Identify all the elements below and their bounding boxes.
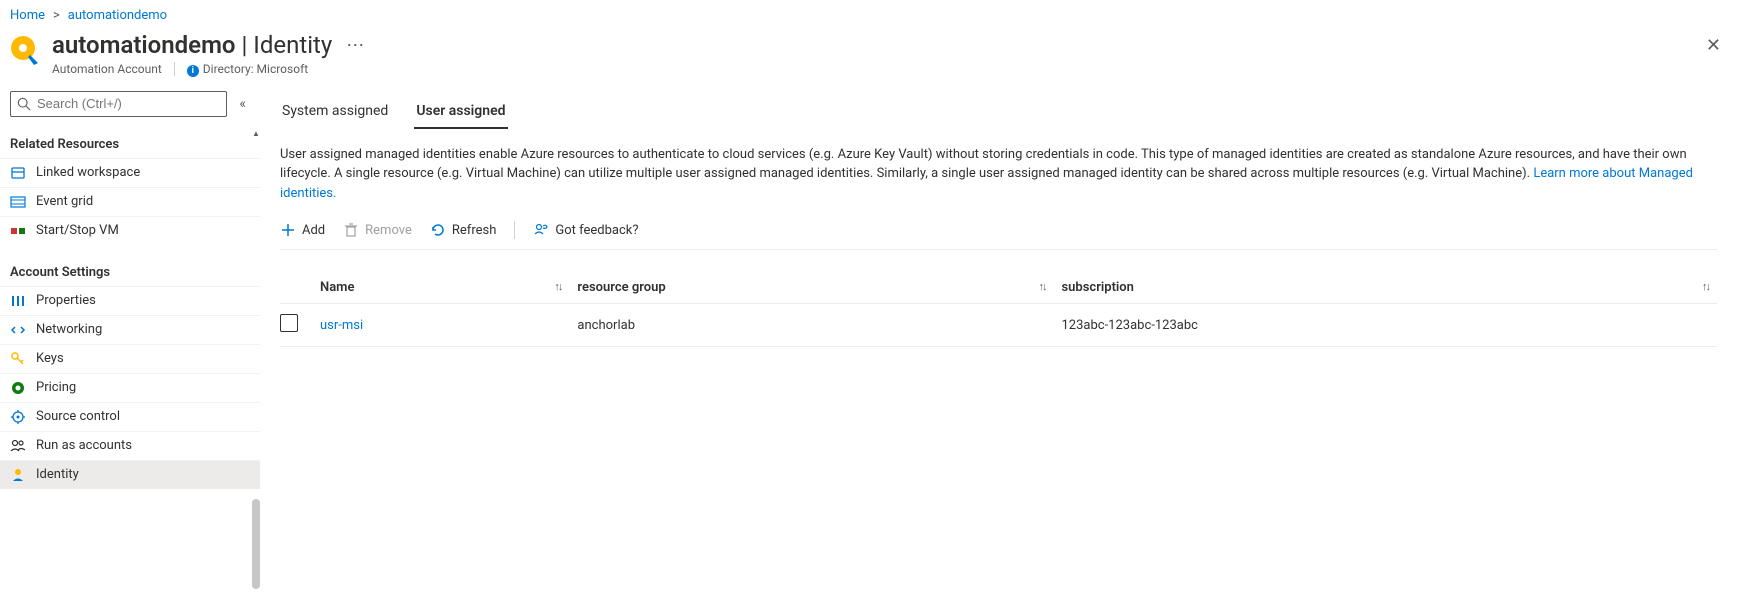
refresh-icon [430,222,446,238]
sidebar-item-event-grid[interactable]: Event grid [0,187,260,216]
main-content: System assigned User assigned User assig… [260,87,1737,604]
sidebar-item-run-as-accounts[interactable]: Run as accounts [0,431,260,460]
tab-user-assigned[interactable]: User assigned [414,95,507,129]
section-related-resources: Related Resources [0,129,260,158]
sidebar-item-source-control[interactable]: Source control [0,402,260,431]
more-actions-button[interactable]: ⋯ [342,37,368,55]
page-title: automationdemo | Identity [52,31,332,60]
breadcrumb-current[interactable]: automationdemo [68,8,167,23]
toolbar: Add Remove Refresh Got feedback? [280,221,1717,250]
vm-icon [10,223,26,239]
resource-type-label: Automation Account [52,62,162,76]
sidebar-item-identity[interactable]: Identity [0,460,260,489]
trash-icon [343,222,359,238]
breadcrumb-sep: > [53,8,60,23]
collapse-sidebar-button[interactable]: « [235,92,250,116]
tab-system-assigned[interactable]: System assigned [280,95,390,129]
key-icon [10,351,26,367]
close-button[interactable]: ✕ [1700,31,1727,61]
cell-subscription: 123abc-123abc-123abc [1053,304,1717,347]
gear-icon [10,409,26,425]
row-checkbox[interactable] [280,314,298,332]
col-subscription[interactable]: subscription↑↓ [1053,272,1717,304]
sidebar-item-start-stop-vm[interactable]: Start/Stop VM [0,216,260,245]
info-icon: i [187,65,199,77]
sidebar-item-keys[interactable]: Keys [0,344,260,373]
directory-label: iDirectory: Microsoft [187,62,308,77]
add-button[interactable]: Add [280,222,325,238]
properties-icon [10,293,26,309]
sidebar: « ▲ Related Resources Linked workspace E… [0,87,260,604]
search-icon [17,97,31,111]
sort-icon[interactable]: ↑↓ [1038,280,1045,293]
plus-icon [280,222,296,238]
description-text: User assigned managed identities enable … [280,145,1717,204]
sidebar-item-pricing[interactable]: Pricing [0,373,260,402]
col-name[interactable]: Name↑↓ [312,272,569,304]
search-input[interactable] [37,96,220,111]
cell-resource-group: anchorlab [569,304,1053,347]
breadcrumb-home[interactable]: Home [10,8,45,23]
col-resource-group[interactable]: resource group↑↓ [569,272,1053,304]
table-row[interactable]: usr-msi anchorlab 123abc-123abc-123abc [280,304,1717,347]
feedback-button[interactable]: Got feedback? [533,222,638,238]
sidebar-item-linked-workspace[interactable]: Linked workspace [0,158,260,187]
refresh-button[interactable]: Refresh [430,222,496,238]
search-box[interactable] [10,91,227,117]
page-header: automationdemo | Identity ⋯ Automation A… [0,27,1737,87]
networking-icon [10,322,26,338]
scrollbar-thumb[interactable] [252,499,260,589]
pricing-icon [10,380,26,396]
identities-table: Name↑↓ resource group↑↓ subscription↑↓ u… [280,272,1717,347]
sidebar-item-properties[interactable]: Properties [0,286,260,315]
event-grid-icon [10,194,26,210]
tabs: System assigned User assigned [280,95,1717,129]
identity-name-link[interactable]: usr-msi [320,318,363,333]
sidebar-item-networking[interactable]: Networking [0,315,260,344]
accounts-icon [10,438,26,454]
breadcrumb: Home > automationdemo [0,0,1737,27]
identity-icon [10,467,26,483]
automation-account-icon [10,35,42,67]
remove-button: Remove [343,222,412,238]
sort-icon[interactable]: ↑↓ [554,280,561,293]
feedback-icon [533,222,549,238]
sort-icon[interactable]: ↑↓ [1702,280,1709,293]
scrollbar-track[interactable] [252,129,260,604]
workspace-icon [10,165,26,181]
section-account-settings: Account Settings [0,257,260,286]
